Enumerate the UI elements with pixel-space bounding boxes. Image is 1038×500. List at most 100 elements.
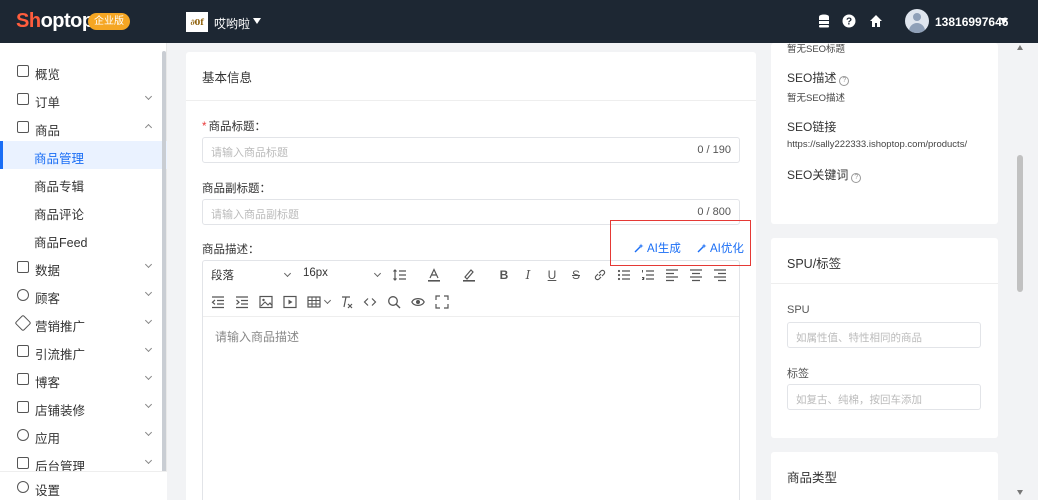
bullet-list-icon[interactable] (617, 268, 631, 282)
outdent-icon[interactable] (211, 295, 225, 309)
chevron-down-icon (144, 428, 153, 437)
chevron-down-icon (144, 260, 153, 269)
divider (203, 316, 739, 317)
italic-icon[interactable]: I (521, 268, 535, 282)
sidebar-item-settings[interactable]: 设置 (0, 471, 167, 500)
sidebar-item-marketing[interactable]: 营销推广 (0, 309, 167, 337)
sidebar-item-overview[interactable]: 概览 (0, 57, 167, 85)
user-icon (17, 289, 29, 301)
sidebar-item-orders[interactable]: 订单 (0, 85, 167, 113)
paragraph-select[interactable]: 段落 (211, 267, 234, 283)
tags-label: 标签 (787, 368, 809, 380)
chevron-down-icon[interactable] (373, 269, 382, 278)
clear-format-icon[interactable] (339, 295, 353, 309)
scroll-up-icon[interactable] (1017, 45, 1023, 50)
chevron-down-icon (144, 92, 153, 101)
sidebar-item-blog[interactable]: 博客 (0, 365, 167, 393)
user-name[interactable]: 13816997646 (935, 15, 1008, 29)
caret-down-icon[interactable] (253, 18, 261, 24)
fullscreen-icon[interactable] (435, 295, 449, 309)
blog-icon (17, 373, 29, 385)
underline-icon[interactable]: U (545, 268, 559, 282)
seo-title-value: 暂无SEO标题 (787, 44, 846, 55)
sidebar-item-customers[interactable]: 顾客 (0, 281, 167, 309)
spu-tags-card: SPU/标签 SPU 如属性值、特性相同的商品 标签 如复古、纯棉，按回车添加 (771, 238, 998, 438)
page-scrollbar[interactable] (1017, 155, 1023, 292)
card-title: 基本信息 (202, 71, 253, 85)
chevron-down-icon[interactable] (323, 296, 332, 305)
strikethrough-icon[interactable]: S (569, 268, 583, 282)
char-count: 0 / 800 (697, 206, 731, 218)
code-icon[interactable] (363, 295, 377, 309)
sidebar-subitem-product-management[interactable]: 商品管理 (0, 141, 167, 169)
store-logo[interactable]: ∂0f (186, 12, 208, 32)
gear-icon (17, 481, 29, 493)
seo-keywords-label: SEO关键词? (787, 166, 862, 183)
search-icon[interactable] (387, 295, 401, 309)
image-icon[interactable] (259, 295, 273, 309)
order-icon (17, 93, 29, 105)
store-name[interactable]: 哎哟啦 (214, 15, 250, 32)
font-color-icon[interactable] (427, 268, 441, 282)
chevron-down-icon (144, 456, 153, 465)
tags-input[interactable]: 如复古、纯棉，按回车添加 (787, 384, 981, 410)
sidebar-item-store-design[interactable]: 店铺装修 (0, 393, 167, 421)
help-icon[interactable]: ? (842, 14, 856, 28)
home-icon[interactable] (869, 14, 883, 28)
bold-icon[interactable]: B (497, 268, 511, 282)
seo-link-label: SEO链接 (787, 120, 837, 134)
store-icon (17, 401, 29, 413)
sidebar-subitem-reviews[interactable]: 商品评论 (0, 197, 167, 225)
edition-badge: 企业版 (88, 13, 130, 30)
preview-icon[interactable] (411, 295, 425, 309)
description-editor-area[interactable]: 请输入商品描述 (215, 328, 299, 345)
sidebar-scrollbar[interactable] (162, 51, 166, 476)
top-bar: Shoptop 企业版 ∂0f 哎哟啦 ? 13816997646 (0, 0, 1038, 43)
sidebar-item-data[interactable]: 数据 (0, 253, 167, 281)
help-icon[interactable]: ? (851, 173, 862, 183)
chevron-down-icon (144, 372, 153, 381)
product-title-input[interactable]: 请输入商品标题 0 / 190 (202, 137, 740, 163)
link-icon[interactable] (593, 268, 607, 282)
align-center-icon[interactable] (689, 268, 703, 282)
divider (186, 100, 756, 101)
caret-down-icon[interactable] (1000, 18, 1008, 24)
sidebar-subitem-feed[interactable]: 商品Feed (0, 225, 167, 253)
shoptop-logo[interactable]: Shoptop (16, 10, 94, 33)
chevron-down-icon[interactable] (283, 269, 292, 278)
avatar[interactable] (905, 9, 929, 33)
help-icon[interactable]: ? (839, 76, 850, 86)
spu-input[interactable]: 如属性值、特性相同的商品 (787, 322, 981, 348)
seo-description-value: 暂无SEO描述 (787, 93, 846, 104)
sidebar-subitem-collections[interactable]: 商品专辑 (0, 169, 167, 197)
sidebar-item-apps[interactable]: 应用 (0, 421, 167, 449)
ai-buttons-highlight (610, 220, 751, 266)
spu-tags-title: SPU/标签 (787, 257, 842, 271)
font-size-select[interactable]: 16px (303, 267, 328, 279)
align-right-icon[interactable] (713, 268, 727, 282)
dashboard-icon (17, 65, 29, 77)
indent-icon[interactable] (235, 295, 249, 309)
product-subtitle-label: 商品副标题： (202, 183, 271, 195)
chevron-up-icon (144, 123, 153, 132)
chart-icon (17, 261, 29, 273)
database-icon[interactable] (818, 14, 832, 28)
table-icon[interactable] (307, 295, 321, 309)
product-icon (17, 121, 29, 133)
sidebar-item-products[interactable]: 商品 (0, 113, 167, 141)
scroll-down-icon[interactable] (1017, 490, 1023, 495)
line-height-icon[interactable] (393, 268, 407, 282)
folder-icon (17, 457, 29, 469)
sidebar-item-traffic[interactable]: 引流推广 (0, 337, 167, 365)
rich-text-editor: 段落 16px B I U S 请输入商品描述 (202, 260, 740, 500)
traffic-icon (17, 345, 29, 357)
chevron-down-icon (144, 344, 153, 353)
spu-label: SPU (787, 304, 810, 316)
align-left-icon[interactable] (665, 268, 679, 282)
sidebar: 概览 订单 商品 商品管理 商品专辑 商品评论 商品Feed 数据 顾客 营销推… (0, 43, 167, 500)
video-icon[interactable] (283, 295, 297, 309)
char-count: 0 / 190 (697, 144, 731, 156)
numbered-list-icon[interactable] (641, 268, 655, 282)
highlight-icon[interactable] (462, 268, 476, 282)
tag-icon (14, 314, 32, 332)
